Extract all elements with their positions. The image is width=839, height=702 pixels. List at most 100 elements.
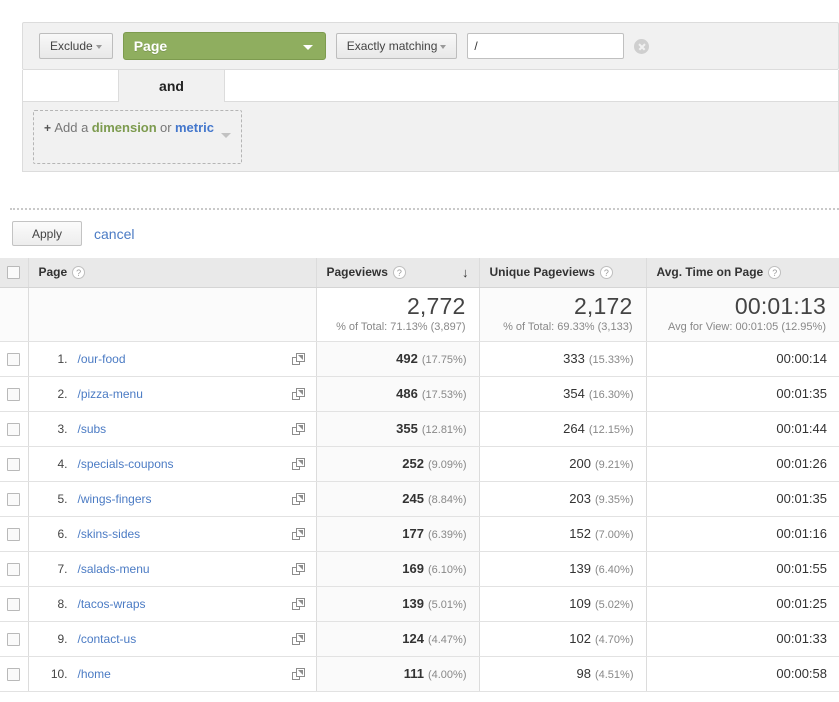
chevron-down-icon [302,45,313,50]
and-right-box [224,70,839,102]
dimension-select[interactable]: Page [122,32,326,60]
summary-check-cell [0,287,28,342]
and-left-box [22,70,119,102]
open-in-new-window-icon[interactable] [291,422,305,435]
row-checkbox[interactable] [7,457,21,471]
select-all-checkbox[interactable] [7,266,21,280]
row-page-link[interactable]: /pizza-menu [78,387,143,401]
row-pageviews-cell: 124 (4.47%) [315,621,479,657]
row-pageviews-cell: 486 (17.53%) [315,376,479,412]
help-icon[interactable]: ? [599,266,613,280]
table-row: 1./our-food 492 (17.75%) 333 (15.33%) 00:00:1… [0,341,839,377]
row-checkbox[interactable] [7,422,21,436]
row-checkbox[interactable] [7,492,21,506]
row-unique-percent: (6.40%) [594,564,634,576]
row-pageviews-value: 252 [402,456,424,471]
add-dimension-or-metric-button[interactable]: + Add a dimension or metric [33,110,242,164]
and-condition-row: and [22,70,839,104]
open-in-new-window-icon[interactable] [291,457,305,470]
row-page-link[interactable]: /contact-us [78,632,137,646]
row-pageviews-cell: 492 (17.75%) [315,341,479,377]
row-pageviews-value: 245 [402,491,424,506]
table-row: 3./subs 355 (12.81%) 264 (12.15%) 00:01:44 [0,411,839,447]
filter-value-input[interactable] [467,33,625,59]
row-pageviews-percent: (6.10%) [427,564,467,576]
row-pageviews-cell: 139 (5.01%) [315,586,479,622]
sort-descending-icon[interactable]: ↓ [462,265,469,280]
row-pageviews-value: 169 [402,561,424,576]
column-header-avg-time-label: Avg. Time on Page [656,265,764,280]
open-in-new-window-icon[interactable] [291,667,305,680]
row-page-link[interactable]: /specials-coupons [78,457,174,471]
column-header-unique-pageviews[interactable]: Unique Pageviews? [478,258,646,288]
row-avg-time-cell: 00:00:14 [645,341,839,377]
row-pageviews-cell: 169 (6.10%) [315,551,479,587]
open-in-new-window-icon[interactable] [291,632,305,645]
row-page-link[interactable]: /salads-menu [78,562,150,576]
row-unique-percent: (16.30%) [588,389,634,401]
row-checkbox[interactable] [7,527,21,541]
row-select-cell [0,481,28,517]
match-type-label: Exactly matching [346,39,438,53]
row-checkbox[interactable] [7,352,21,366]
summary-pageviews-value: 2,772 [406,292,466,319]
row-page-link[interactable]: /wings-fingers [78,492,152,506]
apply-button[interactable]: Apply [12,221,82,246]
open-in-new-window-icon[interactable] [291,527,305,540]
row-checkbox[interactable] [7,667,21,681]
column-header-avg-time-on-page[interactable]: Avg. Time on Page? [645,258,839,288]
clear-value-icon[interactable] [634,38,650,54]
row-page-link[interactable]: /tacos-wraps [78,597,146,611]
row-pageviews-percent: (12.81%) [421,424,467,436]
row-page-link[interactable]: /our-food [78,352,126,366]
open-in-new-window-icon[interactable] [291,492,305,505]
match-type-dropdown[interactable]: Exactly matching [335,33,458,59]
row-unique-pageviews-cell: 203 (9.35%) [478,481,646,517]
open-in-new-window-icon[interactable] [291,352,305,365]
row-page-cell: 1. /our-food [27,341,316,377]
row-unique-pageviews-cell: 139 (6.40%) [478,551,646,587]
help-icon[interactable]: ? [392,266,406,280]
row-pageviews-value: 492 [396,351,418,366]
open-in-new-window-icon[interactable] [291,562,305,575]
open-in-new-window-icon[interactable] [291,387,305,400]
row-unique-pageviews-cell: 152 (7.00%) [478,516,646,552]
table-row: 2./pizza-menu 486 (17.53%) 354 (16.30%) 00:01… [0,376,839,412]
row-checkbox[interactable] [7,597,21,611]
row-page-link[interactable]: /subs [78,422,107,436]
add-text-prefix: Add a [54,120,89,135]
row-page-link[interactable]: /home [78,667,111,681]
table-row: 7./salads-menu 169 (6.10%) 139 (6.40%) 00:01:… [0,551,839,587]
open-in-new-window-icon[interactable] [291,597,305,610]
add-dimension-word[interactable]: dimension [92,120,157,135]
row-unique-value: 98 [576,666,591,681]
row-checkbox[interactable] [7,387,21,401]
row-page-link[interactable]: /skins-sides [78,527,141,541]
row-unique-pageviews-cell: 102 (4.70%) [478,621,646,657]
row-select-cell [0,621,28,657]
column-header-page[interactable]: Page? [27,258,316,288]
help-icon[interactable]: ? [72,266,86,280]
apply-actions: Apply cancel [12,221,134,246]
row-avg-time-cell: 00:01:35 [645,481,839,517]
exclude-include-dropdown[interactable]: Exclude [39,33,113,59]
row-pageviews-value: 111 [403,666,424,681]
table-row: 10./home 111 (4.00%) 98 (4.51%) 00:00:58 [0,656,839,692]
plus-icon: + [44,121,52,135]
row-page-cell: 8. /tacos-wraps [27,586,316,622]
column-header-pageviews[interactable]: Pageviews? ↓ [315,258,479,288]
row-pageviews-percent: (17.53%) [421,389,467,401]
row-checkbox[interactable] [7,562,21,576]
add-metric-word[interactable]: metric [175,120,214,135]
row-index: 2. [57,386,68,401]
row-checkbox[interactable] [7,632,21,646]
help-icon[interactable]: ? [768,266,782,280]
row-select-cell [0,551,28,587]
table-row: 9./contact-us 124 (4.47%) 102 (4.70%) 00:01:3… [0,621,839,657]
row-select-cell [0,376,28,412]
cancel-link[interactable]: cancel [94,226,134,242]
row-avg-time-cell: 00:01:35 [645,376,839,412]
row-page-cell: 10. /home [27,656,316,692]
row-unique-value: 139 [569,561,591,576]
summary-page-cell [27,287,316,342]
